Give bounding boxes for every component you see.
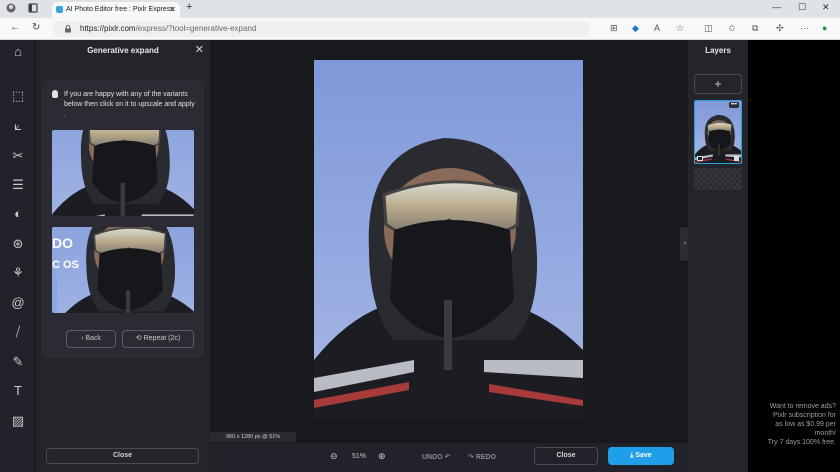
url-domain: https://pixlr.com bbox=[80, 24, 136, 33]
pattern-tool-icon[interactable]: ▨ bbox=[10, 413, 26, 429]
layer-lock-icon[interactable] bbox=[734, 156, 739, 161]
browser-tab-bar: AI Photo Editor free : Pixlr Express ✕ +… bbox=[0, 0, 840, 18]
back-arrow-icon[interactable]: ← bbox=[10, 22, 20, 33]
back-label: Back bbox=[85, 335, 101, 342]
ad-line-2: Pixlr subscription for bbox=[772, 412, 836, 419]
selfie-image bbox=[314, 60, 583, 420]
text-tool-icon[interactable]: T bbox=[10, 383, 26, 399]
collections-icon[interactable]: ⧉ bbox=[752, 23, 758, 34]
cutout-scissors-icon[interactable]: ✂ bbox=[10, 148, 26, 164]
layer-more-icon[interactable]: ••• bbox=[728, 102, 739, 108]
filter-icon[interactable]: ◐ bbox=[10, 206, 26, 222]
layer-thumbnail[interactable]: ••• bbox=[694, 100, 742, 164]
layers-panel: Layers + ••• bbox=[688, 40, 748, 472]
ad-line-4: month! bbox=[814, 430, 836, 437]
empty-layer-slot[interactable] bbox=[694, 168, 742, 190]
generative-expand-panel: Generative expand ✕ If you are happy wit… bbox=[36, 40, 210, 472]
variants-card: If you are happy with any of the variant… bbox=[42, 80, 204, 358]
tab-title: AI Photo Editor free : Pixlr Express bbox=[66, 6, 174, 13]
image-size-info: 960 x 1280 px @ 51% bbox=[210, 432, 296, 442]
extensions-icon[interactable]: ✣ bbox=[776, 23, 784, 34]
lock-icon[interactable] bbox=[64, 25, 72, 33]
variant-2-text-bottom: C OS bbox=[52, 259, 79, 271]
ad-area: Want to remove ads? Pixlr subscription f… bbox=[748, 40, 840, 472]
window-close-icon[interactable]: ✕ bbox=[822, 2, 830, 13]
repeat-button[interactable]: ⟲ Repeat (2c) bbox=[122, 330, 194, 348]
home-icon[interactable]: ⌂ bbox=[10, 44, 26, 60]
retouch-icon[interactable]: ⚘ bbox=[10, 265, 26, 281]
tag-icon[interactable]: ◆ bbox=[632, 23, 639, 34]
tip-message: If you are happy with any of the variant… bbox=[64, 91, 195, 118]
copilot-icon[interactable]: ● bbox=[822, 23, 827, 33]
panel-title: Generative expand bbox=[87, 46, 159, 55]
layer-image-icon bbox=[697, 156, 703, 161]
save-label: Save bbox=[635, 452, 652, 459]
layers-title: Layers bbox=[705, 46, 731, 55]
ad-text[interactable]: Want to remove ads? Pixlr subscription f… bbox=[752, 402, 836, 447]
heal-bandage-icon[interactable]: ⧸ bbox=[10, 324, 26, 340]
zoom-out-icon[interactable]: ⊖ bbox=[330, 451, 338, 462]
split-screen-icon[interactable]: ◫ bbox=[704, 23, 713, 34]
maximize-icon[interactable]: ☐ bbox=[798, 2, 806, 13]
variant-1-image bbox=[52, 130, 194, 216]
minimize-icon[interactable]: — bbox=[772, 2, 781, 12]
ad-line-1: Want to remove ads? bbox=[769, 403, 836, 410]
liquify-spiral-icon[interactable]: @ bbox=[10, 295, 26, 311]
tip-text: If you are happy with any of the variant… bbox=[52, 90, 198, 120]
browser-address-bar: ← ↻ https://pixlr.com/express/?tool=gene… bbox=[0, 18, 840, 40]
repeat-icon: ⟲ bbox=[135, 335, 144, 342]
adjust-sliders-icon[interactable]: ☰ bbox=[10, 177, 26, 193]
new-tab-icon[interactable]: + bbox=[186, 1, 192, 13]
zoom-level[interactable]: 51% bbox=[352, 453, 366, 460]
redo-button[interactable]: ↷ REDO bbox=[468, 453, 496, 461]
url-path: /express/?tool=generative-expand bbox=[135, 24, 257, 33]
favorites-icon[interactable]: ✩ bbox=[728, 23, 736, 34]
variant-2[interactable]: DO C OS bbox=[52, 227, 194, 313]
pixlr-app: ⌂ ⬚ ⟀ ✂ ☰ ◐ ⊛ ⚘ @ ⧸ ✎ T ▨ Generative exp… bbox=[0, 40, 840, 472]
save-button[interactable]: ⤓ Save bbox=[608, 447, 674, 465]
close-button[interactable]: Close bbox=[534, 447, 598, 465]
variant-1[interactable] bbox=[52, 130, 194, 216]
undo-button[interactable]: UNDO ↶ bbox=[422, 453, 450, 461]
lightbulb-icon bbox=[52, 90, 58, 98]
panel-close-icon[interactable]: ✕ bbox=[195, 43, 204, 56]
zoom-in-icon[interactable]: ⊕ bbox=[378, 451, 386, 462]
pixlr-favicon-icon bbox=[56, 6, 63, 13]
add-layer-button[interactable]: + bbox=[694, 74, 742, 94]
canvas-area: 960 x 1280 px @ 51% bbox=[210, 40, 688, 472]
layer-thumbnail-image bbox=[695, 101, 742, 164]
reload-icon[interactable]: ↻ bbox=[32, 22, 40, 33]
effect-icon[interactable]: ⊛ bbox=[10, 236, 26, 252]
undo-icon: ↶ bbox=[444, 454, 451, 461]
more-menu-icon[interactable]: ··· bbox=[800, 23, 809, 33]
brush-icon[interactable]: ✎ bbox=[10, 354, 26, 370]
ad-line-5: Try 7 days 100% free. bbox=[767, 439, 836, 446]
browser-tab-pixlr[interactable]: AI Photo Editor free : Pixlr Express ✕ bbox=[52, 2, 180, 18]
profile-icon[interactable] bbox=[6, 3, 16, 13]
read-aloud-icon[interactable]: A bbox=[654, 23, 660, 33]
undo-label: UNDO bbox=[422, 454, 443, 461]
tab-close-icon[interactable]: ✕ bbox=[169, 5, 176, 14]
bottom-toolbar: ⊖ 51% ⊕ UNDO ↶ ↷ REDO Close ⤓ Save bbox=[210, 443, 688, 472]
back-button[interactable]: ‹ Back bbox=[66, 330, 116, 348]
redo-icon: ↷ bbox=[468, 454, 474, 461]
repeat-label: Repeat (2c) bbox=[143, 335, 181, 342]
panel-close-button[interactable]: Close bbox=[46, 448, 199, 464]
app-available-icon[interactable]: ⊞ bbox=[610, 23, 618, 34]
crop-tool-icon[interactable]: ⟀ bbox=[10, 118, 26, 134]
main-photo[interactable] bbox=[314, 60, 583, 420]
url-field[interactable]: https://pixlr.com/express/?tool=generati… bbox=[52, 21, 590, 37]
favorite-star-icon[interactable]: ☆ bbox=[676, 23, 684, 34]
variant-2-text-top: DO bbox=[52, 235, 73, 251]
tab-actions-icon[interactable] bbox=[28, 3, 38, 13]
tool-rail: ⌂ ⬚ ⟀ ✂ ☰ ◐ ⊛ ⚘ @ ⧸ ✎ T ▨ bbox=[0, 40, 36, 472]
ad-line-3: as low as $0.99 per bbox=[775, 421, 836, 428]
redo-label: REDO bbox=[475, 454, 497, 461]
arrange-tool-icon[interactable]: ⬚ bbox=[10, 88, 26, 104]
